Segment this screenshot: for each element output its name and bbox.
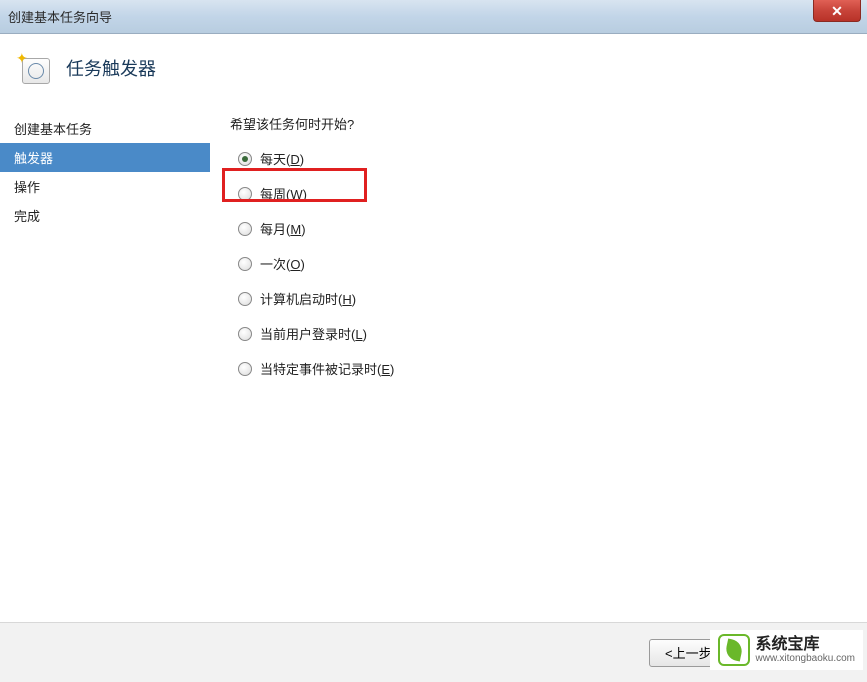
radio-button-icon xyxy=(238,187,252,201)
watermark-logo xyxy=(718,634,750,666)
radio-option-w[interactable]: 每周(W) xyxy=(238,184,847,203)
radio-button-icon xyxy=(238,222,252,236)
sidebar-item-3[interactable]: 完成 xyxy=(0,201,210,230)
prompt-text: 希望该任务何时开始? xyxy=(230,114,847,133)
star-icon: ✦ xyxy=(16,50,28,67)
radio-label: 每周(W) xyxy=(260,184,307,203)
radio-label: 一次(O) xyxy=(260,254,305,273)
radio-label: 每月(M) xyxy=(260,219,306,238)
sidebar-item-1[interactable]: 触发器 xyxy=(0,143,210,172)
radio-button-icon xyxy=(238,292,252,306)
radio-label: 每天(D) xyxy=(260,149,304,168)
leaf-icon xyxy=(724,639,744,662)
radio-option-o[interactable]: 一次(O) xyxy=(238,254,847,273)
page-title: 任务触发器 xyxy=(66,55,156,81)
main-panel: 希望该任务何时开始? 每天(D) 每周(W) 每月(M) 一次(O) 计算机启动时(H)… xyxy=(210,102,867,622)
radio-button-icon xyxy=(238,257,252,271)
radio-label: 当特定事件被记录时(E) xyxy=(260,359,394,378)
radio-label: 计算机启动时(H) xyxy=(260,289,356,308)
sidebar-item-2[interactable]: 操作 xyxy=(0,172,210,201)
radio-button-icon xyxy=(238,327,252,341)
radio-option-d[interactable]: 每天(D) xyxy=(238,149,847,168)
radio-option-e[interactable]: 当特定事件被记录时(E) xyxy=(238,359,847,378)
radio-option-l[interactable]: 当前用户登录时(L) xyxy=(238,324,847,343)
title-bar: 创建基本任务向导 ✕ xyxy=(0,0,867,34)
window-title: 创建基本任务向导 xyxy=(8,7,112,26)
wizard-header: ✦ 任务触发器 xyxy=(0,34,867,102)
watermark-url: www.xitongbaoku.com xyxy=(756,653,856,664)
trigger-radio-group: 每天(D) 每周(W) 每月(M) 一次(O) 计算机启动时(H) 当前用户登录时(L) 当… xyxy=(230,149,847,378)
close-button[interactable]: ✕ xyxy=(813,0,861,22)
watermark-title: 系统宝库 xyxy=(756,636,856,654)
radio-button-icon xyxy=(238,152,252,166)
wizard-icon: ✦ xyxy=(16,50,52,86)
watermark: 系统宝库 www.xitongbaoku.com xyxy=(710,630,864,670)
radio-label: 当前用户登录时(L) xyxy=(260,324,367,343)
radio-button-icon xyxy=(238,362,252,376)
close-icon: ✕ xyxy=(831,4,843,18)
wizard-sidebar: 创建基本任务触发器操作完成 xyxy=(0,102,210,622)
radio-option-h[interactable]: 计算机启动时(H) xyxy=(238,289,847,308)
radio-option-m[interactable]: 每月(M) xyxy=(238,219,847,238)
sidebar-item-0[interactable]: 创建基本任务 xyxy=(0,114,210,143)
